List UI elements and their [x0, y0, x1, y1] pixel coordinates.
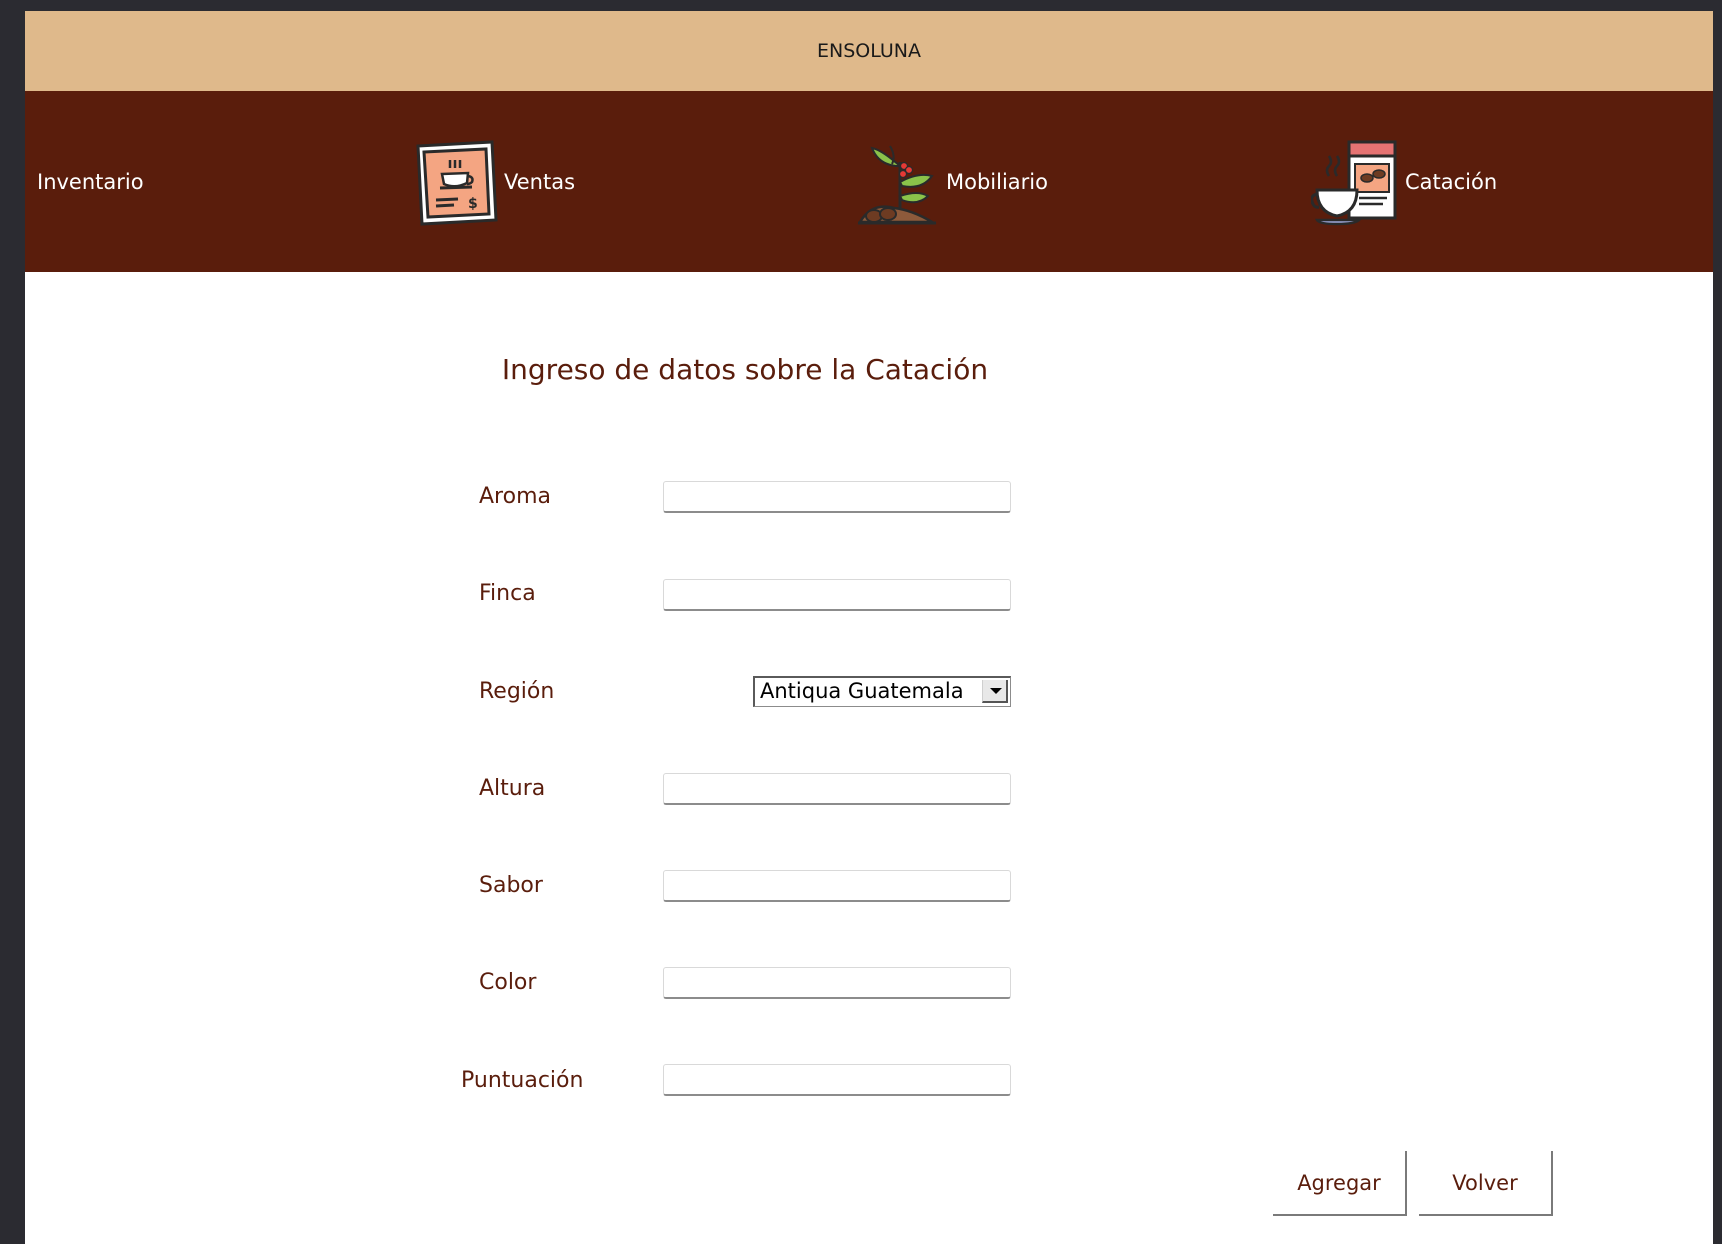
altura-label: Altura [479, 776, 546, 801]
app-title: ENSOLUNA [817, 40, 921, 62]
region-label: Región [479, 679, 555, 704]
nav-item-inventario[interactable]: Inventario [37, 91, 144, 272]
nav-bar: Inventario $ Ventas Mobiliario Catación [25, 91, 1713, 272]
back-button[interactable]: Volver [1419, 1151, 1553, 1216]
coffee-bag-cup-icon [1311, 140, 1397, 225]
nav-item-label: Ventas [504, 169, 576, 194]
chevron-down-icon[interactable] [982, 680, 1008, 703]
title-bar: ENSOLUNA [25, 11, 1713, 91]
aroma-input[interactable] [663, 481, 1011, 513]
color-label: Color [479, 970, 537, 995]
nav-item-label: Inventario [37, 169, 144, 194]
sales-menu-board-icon: $ [416, 139, 498, 226]
sabor-label: Sabor [479, 873, 543, 898]
nav-item-ventas[interactable]: $ Ventas [410, 91, 575, 272]
nav-item-mobiliario[interactable]: Mobiliario [852, 91, 1048, 272]
coffee-plant-icon [857, 144, 937, 224]
nav-item-catacion[interactable]: Catación [1311, 91, 1497, 272]
svg-text:$: $ [468, 196, 478, 212]
app-window: ENSOLUNA Inventario $ Ventas Mobiliario … [25, 11, 1713, 1244]
page-title: Ingreso de datos sobre la Catación [501, 353, 989, 386]
altura-input[interactable] [663, 773, 1011, 805]
nav-item-label: Catación [1405, 169, 1498, 194]
add-button[interactable]: Agregar [1273, 1151, 1407, 1216]
nav-item-label: Mobiliario [946, 169, 1048, 194]
finca-input[interactable] [663, 579, 1011, 611]
puntuacion-input[interactable] [663, 1064, 1011, 1096]
puntuacion-label: Puntuación [461, 1068, 584, 1093]
sabor-input[interactable] [663, 870, 1011, 902]
finca-label: Finca [479, 581, 536, 606]
aroma-label: Aroma [479, 484, 551, 509]
region-select[interactable]: Antiqua Guatemala [753, 676, 1011, 707]
color-input[interactable] [663, 967, 1011, 999]
region-select-value: Antiqua Guatemala [760, 679, 964, 703]
